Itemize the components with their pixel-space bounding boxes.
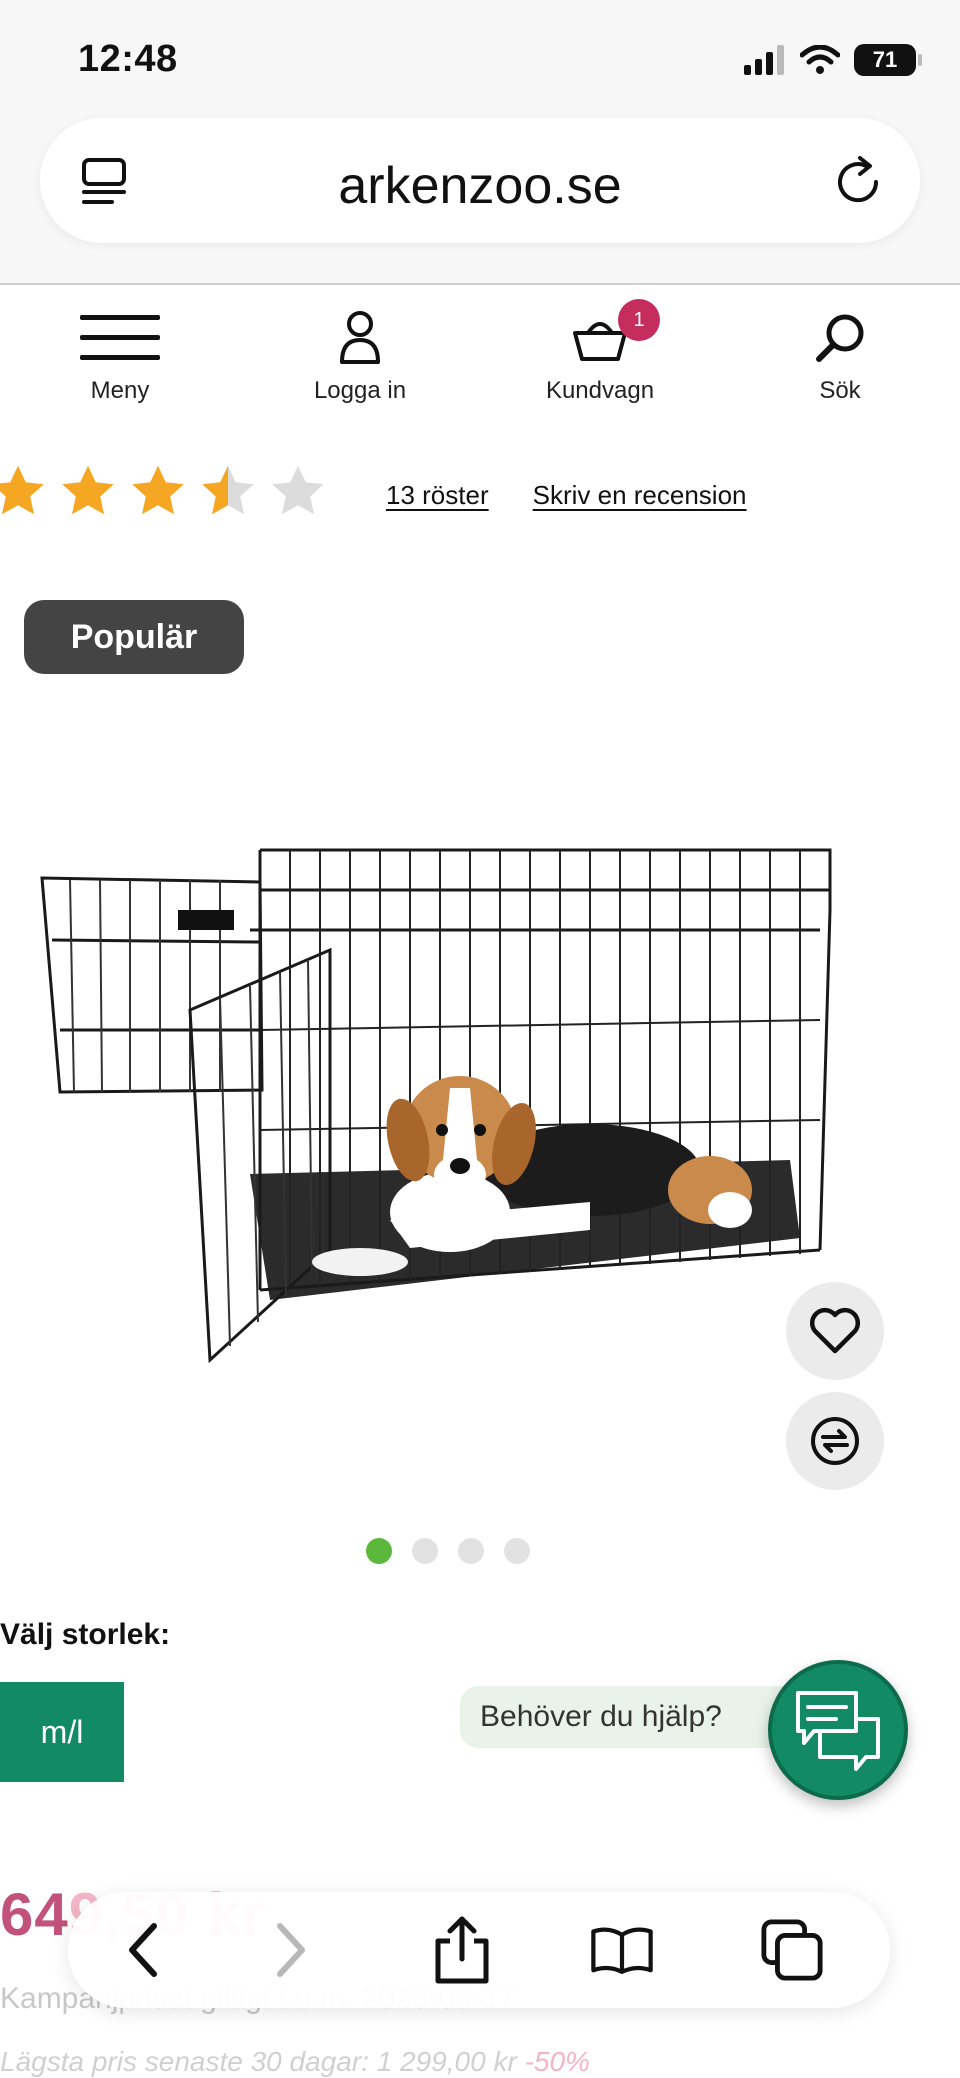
battery-icon: 71 [854, 44, 922, 76]
nav-menu-label: Meny [90, 377, 150, 404]
rating-links: 13 röster Skriv en recension [386, 480, 747, 511]
rating-stars [0, 462, 328, 522]
discount-percent: -50% [524, 2046, 590, 2077]
lowest-price-text: Lägsta pris senaste 30 dagar: 1 299,00 k… [0, 2046, 590, 2078]
star-full-icon [132, 465, 184, 515]
chevron-left-icon [129, 1923, 157, 1977]
cart-count-badge: 1 [618, 299, 660, 341]
status-time: 12:48 [78, 38, 178, 80]
votes-link[interactable]: 13 röster [386, 480, 489, 511]
browser-bar: arkenzoo.se [0, 110, 960, 285]
back-button[interactable] [112, 1918, 176, 1982]
reload-icon[interactable] [832, 154, 888, 210]
nav-menu[interactable]: Meny [40, 307, 200, 405]
star-full-icon [0, 465, 44, 515]
status-bar: 12:48 71 [0, 0, 960, 110]
search-icon [816, 314, 864, 362]
size-option-ml[interactable]: m/l [0, 1682, 124, 1782]
chevron-right-icon [277, 1923, 305, 1977]
nav-search[interactable]: Sök [760, 307, 920, 405]
address-bar[interactable]: arkenzoo.se [40, 118, 920, 243]
tabs-icon [761, 1919, 823, 1981]
status-icons: 71 [744, 42, 922, 78]
signal-icon [744, 45, 784, 75]
size-label: Välj storlek: [0, 1618, 171, 1651]
lowest-price-label: Lägsta pris senaste 30 dagar: 1 299,00 k… [0, 2046, 517, 2077]
star-empty-icon [272, 465, 324, 515]
book-icon [591, 1927, 653, 1974]
write-review-link[interactable]: Skriv en recension [533, 480, 747, 511]
browser-toolbar [68, 1892, 890, 2008]
gallery-dot-2[interactable] [412, 1538, 438, 1564]
product-image[interactable] [30, 830, 850, 1390]
gallery-dot-3[interactable] [458, 1538, 484, 1564]
star-half-icon [202, 465, 254, 515]
share-icon [435, 1916, 489, 1984]
compare-button[interactable] [786, 1392, 884, 1490]
help-bubble[interactable]: Behöver du hjälp? [460, 1686, 800, 1748]
nav-search-label: Sök [819, 377, 861, 404]
url-text[interactable]: arkenzoo.se [40, 156, 920, 216]
price-visible: 64 [0, 1881, 69, 1948]
nav-login-label: Logga in [313, 377, 407, 404]
forward-button[interactable] [258, 1918, 322, 1982]
wifi-icon [800, 45, 840, 74]
nav-cart[interactable]: 1 Kundvagn [520, 299, 680, 405]
share-button[interactable] [430, 1916, 494, 1984]
compare-arrows-icon [811, 1417, 859, 1465]
nav-cart-label: Kundvagn [545, 377, 655, 404]
user-icon [340, 311, 380, 364]
wishlist-button[interactable] [786, 1282, 884, 1380]
gallery-dot-4[interactable] [504, 1538, 530, 1564]
star-full-icon [62, 465, 114, 515]
bookmarks-button[interactable] [590, 1918, 654, 1982]
popular-badge: Populär [24, 600, 244, 674]
hamburger-menu-icon [80, 315, 160, 360]
gallery-dot-1[interactable] [366, 1538, 392, 1564]
gallery-pagination [366, 1538, 530, 1564]
chat-icon [796, 1691, 880, 1771]
site-navigation: Meny Logga in 1 Kundvagn Sök [0, 287, 960, 417]
nav-login[interactable]: Logga in [280, 307, 440, 405]
tabs-button[interactable] [760, 1918, 824, 1982]
chat-button[interactable] [768, 1660, 908, 1800]
heart-icon [809, 1307, 861, 1354]
